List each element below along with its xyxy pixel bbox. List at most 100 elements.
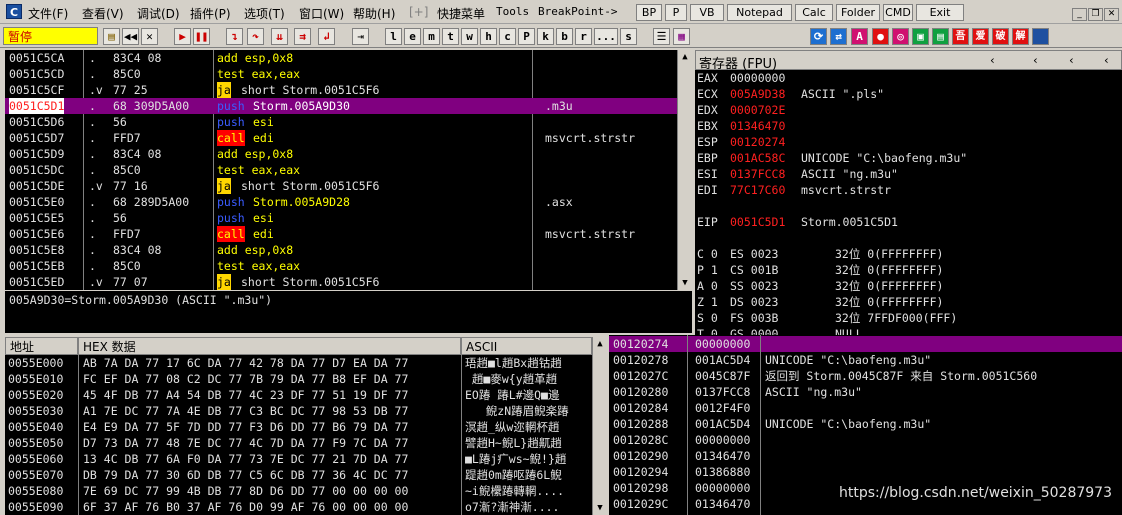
dump-row[interactable]: 0055E000 AB 7A DA 77 17 6C DA 77 42 78 DA…	[5, 355, 592, 371]
bp-button[interactable]: BP	[636, 4, 662, 21]
toolbar-e-button[interactable]: e	[404, 28, 421, 45]
toolbar-k-button[interactable]: k	[537, 28, 554, 45]
toolbar-p-button[interactable]: P	[518, 28, 535, 45]
register-row[interactable]: Z 1 DS 0023 32位 0(FFFFFFFF)	[695, 294, 1122, 310]
disasm-row[interactable]: 0051C5E0. 68 289D5A00 push Storm.005A9D28 .a…	[5, 194, 677, 210]
trace-into-icon[interactable]: ⇊	[271, 28, 288, 45]
stack-top-row[interactable]: 00120274 00000000	[609, 336, 1122, 352]
minimize-icon[interactable]: _	[1072, 8, 1087, 21]
disasm-row[interactable]: 0051C5D9. 83C4 08 add esp,0x8	[5, 146, 677, 162]
menu-expand[interactable]: [+]	[409, 5, 428, 19]
menu-plugins[interactable]: 插件(P)	[190, 5, 231, 22]
toolbar-t-button[interactable]: t	[442, 28, 459, 45]
stack-row[interactable]: 00120278 001AC5D4 UNICODE "C:\baofeng.m3u"	[609, 352, 1122, 368]
end-icon[interactable]	[1032, 28, 1049, 45]
dump-row[interactable]: 0055E090 6F 37 AF 76 B0 37 AF 76 D0 99 AF…	[5, 499, 592, 515]
cmd-button[interactable]: CMD	[883, 4, 913, 21]
scroll-down-icon[interactable]: ▼	[593, 503, 607, 513]
open-icon[interactable]: ▤	[103, 28, 120, 45]
disasm-row[interactable]: 0051C5CA. 83C4 08 add esp,0x8	[5, 50, 677, 66]
register-row[interactable]: EBP 001AC58C UNICODE "C:\baofeng.m3u"	[695, 150, 1122, 166]
disasm-row[interactable]: 0051C5CD. 85C0 test eax,eax	[5, 66, 677, 82]
register-row[interactable]: A 0 SS 0023 32位 0(FFFFFFFF)	[695, 278, 1122, 294]
dump-row[interactable]: 0055E070 DB 79 DA 77 30 6D DB 77 C5 6C DB…	[5, 467, 592, 483]
disasm-row[interactable]: 0051C5E5. 56 push esi	[5, 210, 677, 226]
menu-file[interactable]: 文件(F)	[28, 5, 68, 22]
disasm-row[interactable]: 0051C5D1. 68 309D5A00 push Storm.005A9D30 .m…	[5, 98, 677, 114]
register-row[interactable]: C 0 ES 0023 32位 0(FFFFFFFF)	[695, 246, 1122, 262]
disasm-scrollbar[interactable]: ▲ ▼	[677, 50, 692, 290]
scroll-down-icon[interactable]: ▼	[678, 278, 692, 288]
goto-icon[interactable]: ⇥	[352, 28, 369, 45]
po-icon[interactable]: 破	[992, 28, 1009, 45]
dump-row[interactable]: 0055E020 45 4F DB 77 A4 54 DB 77 4C 23 DF…	[5, 387, 592, 403]
disasm-row[interactable]: 0051C5E8. 83C4 08 add esp,0x8	[5, 242, 677, 258]
toolbar-b-button[interactable]: b	[556, 28, 573, 45]
register-row[interactable]: EDI 77C17C60 msvcrt.strstr	[695, 182, 1122, 198]
toolbar-more-button[interactable]: ...	[594, 28, 618, 45]
stack-row[interactable]: 00120288 001AC5D4 UNICODE "C:\baofeng.m3u"	[609, 416, 1122, 432]
disasm-row[interactable]: 0051C5D6. 56 push esi	[5, 114, 677, 130]
vb-button[interactable]: VB	[690, 4, 724, 21]
reg-prev4-icon[interactable]: ‹	[1103, 53, 1110, 67]
notepad-button[interactable]: Notepad	[727, 4, 792, 21]
toolbar-w-button[interactable]: w	[461, 28, 478, 45]
a-icon[interactable]: A	[851, 28, 868, 45]
wu-icon[interactable]: 吾	[952, 28, 969, 45]
stack-row[interactable]: 00120290 01346470	[609, 448, 1122, 464]
memory-icon[interactable]: ▣	[912, 28, 929, 45]
register-row[interactable]	[695, 230, 1122, 246]
refresh-icon[interactable]: ⟳	[810, 28, 827, 45]
toolbar-m-button[interactable]: m	[423, 28, 440, 45]
menu-breakpoint[interactable]: BreakPoint->	[538, 5, 617, 18]
register-row[interactable]: T 0 GS 0000 NULL	[695, 326, 1122, 335]
dump-row[interactable]: 0055E010 FC EF DA 77 08 C2 DC 77 7B 79 DA…	[5, 371, 592, 387]
disasm-row[interactable]: 0051C5D7. FFD7 call edi msvcrt.strstr	[5, 130, 677, 146]
menu-options[interactable]: 选项(T)	[244, 5, 285, 22]
calc-button[interactable]: Calc	[795, 4, 833, 21]
stack-row[interactable]: 00120294 01386880	[609, 464, 1122, 480]
list-icon[interactable]: ☰	[653, 28, 670, 45]
arrows-icon[interactable]: ⇄	[830, 28, 847, 45]
run-icon[interactable]: ▶	[174, 28, 191, 45]
stack-row[interactable]: 0012028C 00000000	[609, 432, 1122, 448]
disasm-row[interactable]: 0051C5ED .v 77 07 ja short Storm.0051C5F6	[5, 274, 677, 290]
step-into-icon[interactable]: ↴	[226, 28, 243, 45]
register-row[interactable]	[695, 198, 1122, 214]
p-button[interactable]: P	[665, 4, 687, 21]
close-file-icon[interactable]: ✕	[141, 28, 158, 45]
toolbar-s-button[interactable]: s	[620, 28, 637, 45]
dump-row[interactable]: 0055E050 D7 73 DA 77 48 7E DC 77 4C 7D DA…	[5, 435, 592, 451]
toolbar-l-button[interactable]: l	[385, 28, 402, 45]
toolbar-h-button[interactable]: h	[480, 28, 497, 45]
stack-row[interactable]: 00120280 0137FCC8 ASCII "ng.m3u"	[609, 384, 1122, 400]
table-icon[interactable]: ▤	[932, 28, 949, 45]
folder-button[interactable]: Folder	[836, 4, 880, 21]
restore-icon[interactable]: ❐	[1088, 8, 1103, 21]
exit-button[interactable]: Exit	[916, 4, 964, 21]
menu-view[interactable]: 查看(V)	[82, 5, 124, 22]
menu-debug[interactable]: 调试(D)	[137, 5, 180, 22]
register-row[interactable]: EBX 01346470	[695, 118, 1122, 134]
menu-help[interactable]: 帮助(H)	[353, 5, 395, 22]
register-row[interactable]: S 0 FS 003B 32位 7FFDF000(FFF)	[695, 310, 1122, 326]
register-row[interactable]: ESP 00120274	[695, 134, 1122, 150]
rewind-icon[interactable]: ◀◀	[122, 28, 139, 45]
dump-row[interactable]: 0055E060 13 4C DB 77 6A F0 DA 77 73 7E DC…	[5, 451, 592, 467]
register-row[interactable]: P 1 CS 001B 32位 0(FFFFFFFF)	[695, 262, 1122, 278]
ai-icon[interactable]: 爱	[972, 28, 989, 45]
register-row[interactable]: ECX 005A9D38 ASCII ".pls"	[695, 86, 1122, 102]
toolbar-c-button[interactable]: c	[499, 28, 516, 45]
close-icon[interactable]: ✕	[1104, 8, 1119, 21]
register-row[interactable]: ESI 0137FCC8 ASCII "ng.m3u"	[695, 166, 1122, 182]
menu-window[interactable]: 窗口(W)	[299, 5, 344, 22]
toolbar-r-button[interactable]: r	[575, 28, 592, 45]
scroll-up-icon[interactable]: ▲	[593, 339, 607, 349]
disasm-row[interactable]: 0051C5DC. 85C0 test eax,eax	[5, 162, 677, 178]
register-row[interactable]: EAX 00000000	[695, 70, 1122, 86]
dump-row[interactable]: 0055E030 A1 7E DC 77 7A 4E DB 77 C3 BC DC…	[5, 403, 592, 419]
menu-shortcut[interactable]: 快捷菜单	[437, 5, 485, 22]
stack-row[interactable]: 0012027C 0045C87F 返回到 Storm.0045C87F 来自 St…	[609, 368, 1122, 384]
reg-prev2-icon[interactable]: ‹	[1032, 53, 1039, 67]
dump-row[interactable]: 0055E080 7E 69 DC 77 99 4B DB 77 8D D6 DD…	[5, 483, 592, 499]
